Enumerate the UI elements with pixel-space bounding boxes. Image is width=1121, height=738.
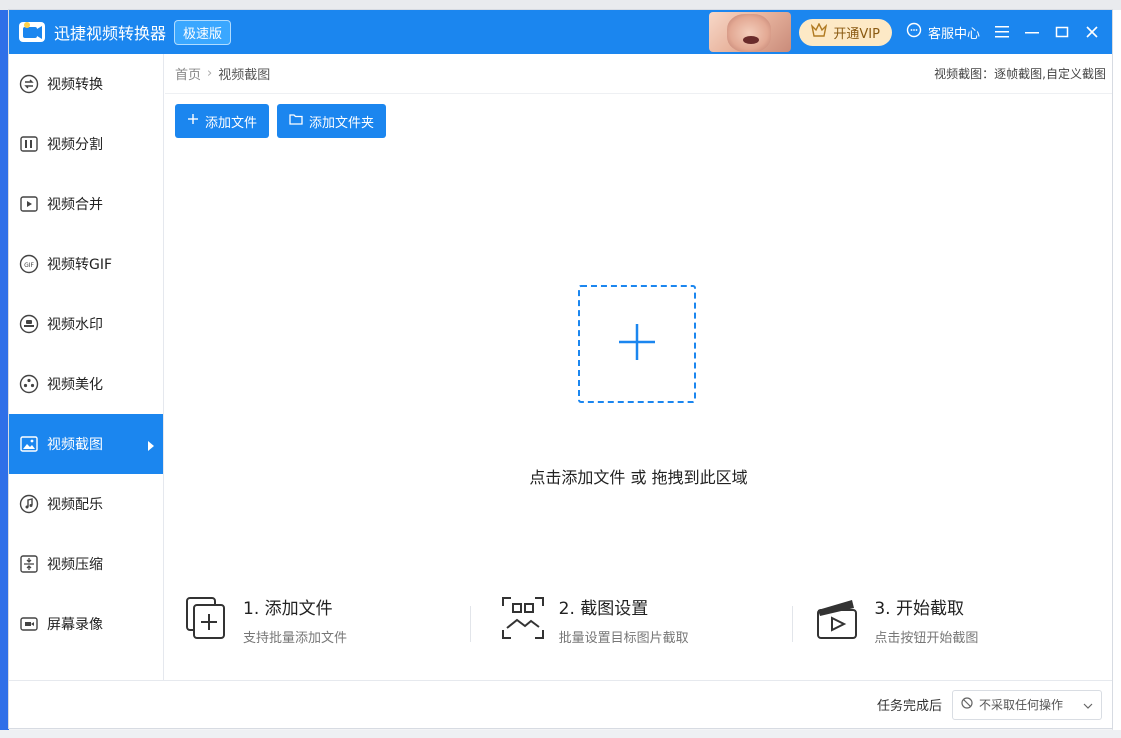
step-description: 点击按钮开始截图 — [874, 631, 979, 646]
convert-icon — [19, 74, 39, 94]
after-task-label: 任务完成后 — [876, 699, 942, 714]
plus-icon — [617, 322, 657, 366]
background-browser-topbar — [0, 0, 1121, 10]
drop-zone-hint: 点击添加文件 或 拖拽到此区域 — [529, 468, 748, 487]
split-icon — [19, 134, 39, 154]
chat-icon — [906, 22, 922, 42]
sidebar-item-convert[interactable]: 视频转换 — [9, 54, 163, 114]
step-description: 批量设置目标图片截取 — [558, 631, 689, 646]
customer-service-button[interactable]: 客服中心 — [906, 22, 980, 42]
step-divider — [470, 606, 471, 642]
sidebar-item-label: 视频分割 — [47, 137, 103, 153]
after-task-select[interactable]: 不采取任何操作 — [952, 689, 1102, 720]
feature-description: 视频截图：逐帧截图,自定义截图 — [934, 67, 1106, 81]
sidebar-item-label: 视频转换 — [47, 77, 103, 93]
app-title: 迅捷视频转换器 — [54, 24, 167, 43]
sidebar-item-label: 视频转GIF — [47, 257, 113, 273]
gif-icon: GIF — [19, 254, 39, 274]
customer-service-label: 客服中心 — [927, 26, 980, 42]
step-item: 1. 添加文件 支持批量添加文件 — [165, 594, 481, 654]
vip-button-label: 开通VIP — [833, 26, 880, 42]
steps-guide: 1. 添加文件 支持批量添加文件 2. 截图设置 批量设置目标图片截取 3. 开… — [165, 594, 1112, 654]
drop-zone[interactable] — [578, 285, 696, 403]
plus-icon — [187, 113, 199, 129]
step-item: 2. 截图设置 批量设置目标图片截取 — [481, 594, 797, 654]
sidebar-item-label: 视频水印 — [47, 317, 103, 333]
app-window: 迅捷视频转换器 极速版 开通VIP 客服中心 视频转换 视频分割 视频合并 GI… — [9, 10, 1112, 728]
sidebar-item-label: 视频压缩 — [47, 557, 103, 573]
record-icon — [19, 614, 39, 634]
clapperboard-icon — [814, 594, 862, 642]
maximize-icon[interactable] — [1054, 24, 1070, 40]
music-icon — [19, 494, 39, 514]
sidebar-item-merge[interactable]: 视频合并 — [9, 174, 163, 234]
footer-bar: 任务完成后 不采取任何操作 — [9, 680, 1112, 728]
breadcrumb-home[interactable]: 首页 — [175, 64, 201, 83]
step-description: 支持批量添加文件 — [243, 631, 348, 646]
sidebar-item-label: 视频美化 — [47, 377, 103, 393]
add-file-label: 添加文件 — [205, 115, 258, 131]
folder-icon — [289, 113, 303, 129]
main-content: 首页 › 视频截图 视频截图：逐帧截图,自定义截图 添加文件 添加文件夹 点击添… — [165, 54, 1112, 688]
title-bar: 迅捷视频转换器 极速版 开通VIP 客服中心 — [9, 10, 1112, 54]
svg-text:GIF: GIF — [24, 262, 34, 269]
sidebar-item-music[interactable]: 视频配乐 — [9, 474, 163, 534]
breadcrumb: 首页 › 视频截图 视频截图：逐帧截图,自定义截图 — [165, 54, 1112, 94]
sidebar-item-record[interactable]: 屏幕录像 — [9, 594, 163, 654]
vip-button[interactable]: 开通VIP — [799, 18, 892, 46]
step-title: 1. 添加文件 — [243, 599, 333, 619]
add-file-button[interactable]: 添加文件 — [175, 104, 270, 138]
app-logo-icon — [18, 18, 46, 46]
sidebar-item-compress[interactable]: 视频压缩 — [9, 534, 163, 594]
sidebar-item-label: 屏幕录像 — [47, 617, 103, 633]
menu-icon[interactable] — [994, 24, 1010, 40]
sidebar-item-label: 视频截图 — [47, 437, 103, 453]
compress-icon — [19, 554, 39, 574]
background-right-strip — [1112, 10, 1121, 738]
step-item: 3. 开始截取 点击按钮开始截图 — [796, 594, 1112, 654]
beautify-icon — [19, 374, 39, 394]
after-task-select-value: 不采取任何操作 — [979, 698, 1064, 712]
background-left-strip — [0, 10, 9, 738]
sidebar-item-gif[interactable]: GIF 视频转GIF — [9, 234, 163, 294]
sidebar-item-label: 视频合并 — [47, 197, 103, 213]
step-title: 2. 截图设置 — [558, 599, 649, 619]
breadcrumb-current: 视频截图 — [218, 68, 271, 83]
add-folder-button[interactable]: 添加文件夹 — [277, 104, 387, 138]
user-avatar[interactable] — [709, 12, 792, 52]
sidebar: 视频转换 视频分割 视频合并 GIF 视频转GIF 视频水印 视频美化 视频截图… — [9, 54, 164, 688]
screenshot-icon — [19, 434, 39, 454]
sidebar-item-split[interactable]: 视频分割 — [9, 114, 163, 174]
close-icon[interactable] — [1084, 24, 1100, 40]
sidebar-item-beautify[interactable]: 视频美化 — [9, 354, 163, 414]
chevron-right-icon — [147, 439, 155, 451]
sidebar-item-watermark[interactable]: 视频水印 — [9, 294, 163, 354]
step-title: 3. 开始截取 — [874, 599, 964, 619]
prohibited-icon — [961, 697, 973, 712]
minimize-icon[interactable] — [1024, 24, 1040, 40]
add-folder-label: 添加文件夹 — [309, 115, 375, 131]
crown-icon — [811, 22, 828, 41]
sidebar-item-screenshot[interactable]: 视频截图 — [9, 414, 163, 474]
chevron-down-icon — [1083, 698, 1093, 712]
step-divider — [792, 606, 793, 642]
watermark-icon — [19, 314, 39, 334]
app-edition-badge: 极速版 — [174, 19, 232, 45]
background-bottom-strip — [0, 730, 1121, 738]
screenshot-settings-icon — [499, 594, 547, 642]
sidebar-item-label: 视频配乐 — [47, 497, 103, 513]
add-file-icon — [183, 594, 231, 642]
chevron-right-icon: › — [207, 66, 213, 81]
merge-icon — [19, 194, 39, 214]
